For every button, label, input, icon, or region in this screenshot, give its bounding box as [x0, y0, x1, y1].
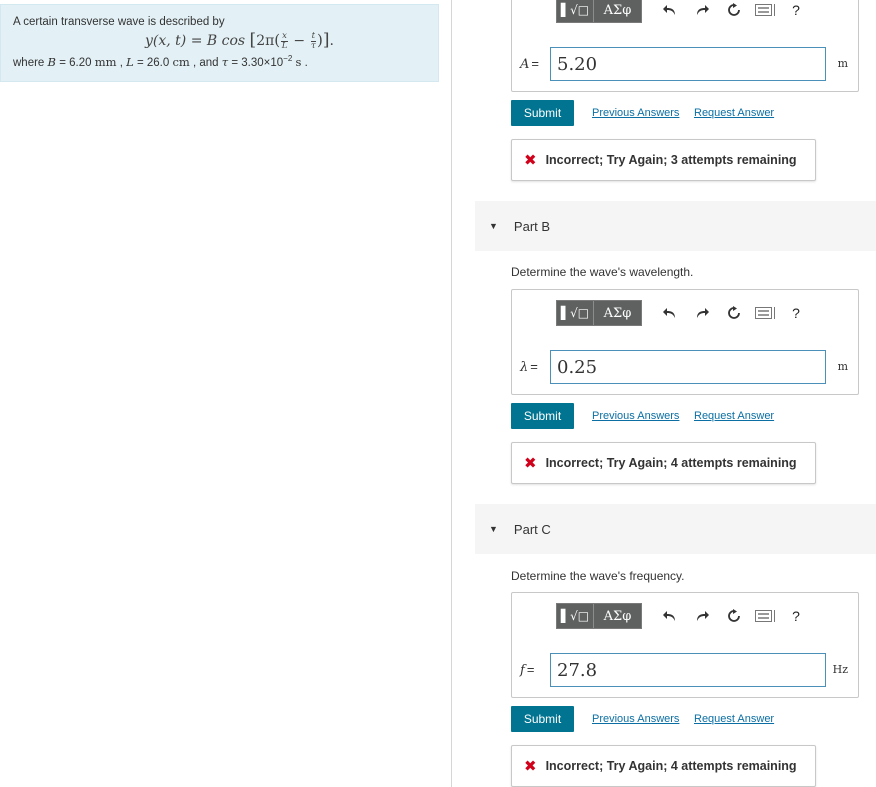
frac-x-over-l: xL: [281, 30, 288, 51]
part-a-answer-input[interactable]: 5.20: [550, 47, 826, 81]
part-b-header[interactable]: ▼ Part B: [475, 201, 876, 251]
reset-icon[interactable]: [718, 604, 750, 628]
part-a-request-answer-link[interactable]: Request Answer: [694, 107, 774, 119]
part-b-variable-label: λ =: [520, 359, 538, 375]
part-b-title: Part B: [513, 218, 551, 234]
part-b-prompt: Determine the wave's wavelength.: [511, 265, 694, 279]
toolbar-button-group: ▌√□ ΑΣφ: [556, 0, 642, 23]
part-b-submit-button[interactable]: Submit: [511, 403, 574, 429]
part-a-unit: m: [837, 57, 848, 70]
part-a-feedback-text: Incorrect; Try Again; 3 attempts remaini…: [545, 153, 797, 167]
problem-intro: A certain transverse wave is described b…: [13, 16, 225, 28]
part-a-submit-button[interactable]: Submit: [511, 100, 574, 126]
part-b-request-answer-link[interactable]: Request Answer: [694, 410, 774, 422]
symbols-button[interactable]: ΑΣφ: [593, 301, 641, 325]
reset-icon[interactable]: [718, 0, 750, 22]
part-c-feedback-text: Incorrect; Try Again; 4 attempts remaini…: [545, 759, 797, 773]
part-a-previous-answers-link[interactable]: Previous Answers: [592, 107, 679, 119]
part-c-math-toolbar: ▌√□ ΑΣφ ?: [556, 601, 804, 631]
part-b-unit: m: [837, 360, 848, 373]
part-b-answer-row: λ = 0.25: [520, 350, 826, 384]
toolbar-button-group: ▌√□ ΑΣφ: [556, 300, 642, 326]
part-a-answer-box: ▌√□ ΑΣφ ? A = 5.20 m: [511, 0, 859, 92]
part-b-previous-answers-link[interactable]: Previous Answers: [592, 410, 679, 422]
part-a-answer-row: A = 5.20: [520, 47, 826, 81]
error-icon: ✖: [524, 152, 537, 169]
tau-symbol: τ: [221, 54, 229, 69]
undo-icon[interactable]: [654, 301, 686, 325]
part-c-answer-input[interactable]: 27.8: [550, 653, 826, 687]
part-b-answer-box: ▌√□ ΑΣφ ? λ = 0.25 m: [511, 289, 859, 395]
frac-t-over-tau: tτ: [310, 30, 317, 51]
wave-equation: y(x, t) = B cos [2π(x L − t τ)].: [145, 30, 334, 51]
problem-statement: A certain transverse wave is described b…: [0, 4, 439, 82]
part-c-request-answer-link[interactable]: Request Answer: [694, 713, 774, 725]
tau-exponent: −2: [283, 53, 293, 63]
b-value: = 6.20: [59, 56, 92, 69]
part-a-feedback: ✖ Incorrect; Try Again; 3 attempts remai…: [511, 139, 816, 181]
redo-icon[interactable]: [686, 604, 718, 628]
page: A certain transverse wave is described b…: [0, 0, 876, 787]
parameter-values: where B = 6.20 mm , L = 26.0 cm , and τ …: [13, 53, 308, 69]
symbols-button[interactable]: ΑΣφ: [593, 0, 641, 22]
l-unit: cm: [172, 54, 190, 69]
tau-value: = 3.30×10: [231, 56, 284, 69]
part-b-answer-input[interactable]: 0.25: [550, 350, 826, 384]
part-a-variable-label: A =: [520, 56, 539, 72]
panel-divider: [451, 0, 452, 787]
part-c-submit-button[interactable]: Submit: [511, 706, 574, 732]
part-c-header[interactable]: ▼ Part C: [475, 504, 876, 554]
part-b-feedback: ✖ Incorrect; Try Again; 4 attempts remai…: [511, 442, 816, 484]
part-c-unit: Hz: [832, 663, 848, 676]
help-button[interactable]: ?: [788, 305, 804, 321]
error-icon: ✖: [524, 455, 537, 472]
templates-button[interactable]: ▌√□: [557, 301, 593, 325]
reset-icon[interactable]: [718, 301, 750, 325]
help-button[interactable]: ?: [788, 2, 804, 18]
expand-caret-icon: ▼: [489, 524, 498, 534]
help-button[interactable]: ?: [788, 608, 804, 624]
part-b-variable: λ: [520, 360, 529, 375]
part-c-previous-answers-link[interactable]: Previous Answers: [592, 713, 679, 725]
part-b-math-toolbar: ▌√□ ΑΣφ ?: [556, 298, 804, 328]
part-c-answer-box: ▌√□ ΑΣφ ? f = 27.8 Hz: [511, 592, 859, 698]
part-c-variable-label: f =: [520, 662, 535, 678]
tau-unit: s: [295, 54, 302, 69]
part-c-title: Part C: [513, 521, 551, 537]
l-symbol: L: [126, 54, 134, 69]
part-c-prompt: Determine the wave's frequency.: [511, 569, 685, 583]
error-icon: ✖: [524, 758, 537, 775]
symbols-button[interactable]: ΑΣφ: [593, 604, 641, 628]
b-symbol: B: [47, 54, 56, 69]
undo-icon[interactable]: [654, 604, 686, 628]
keyboard-icon[interactable]: [750, 301, 782, 325]
keyboard-icon[interactable]: [750, 0, 782, 22]
toolbar-button-group: ▌√□ ΑΣφ: [556, 603, 642, 629]
b-unit: mm: [94, 54, 117, 69]
l-value: = 26.0: [136, 56, 170, 69]
part-c-variable: f: [520, 663, 525, 678]
part-b-feedback-text: Incorrect; Try Again; 4 attempts remaini…: [545, 456, 797, 470]
part-a-math-toolbar: ▌√□ ΑΣφ ?: [556, 0, 804, 25]
templates-button[interactable]: ▌√□: [557, 604, 593, 628]
where-label: where: [13, 56, 45, 69]
equation-lhs: y(x, t) = B cos: [145, 33, 246, 49]
part-a-variable: A: [520, 57, 530, 72]
part-c-feedback: ✖ Incorrect; Try Again; 4 attempts remai…: [511, 745, 816, 787]
keyboard-icon[interactable]: [750, 604, 782, 628]
undo-icon[interactable]: [654, 0, 686, 22]
templates-button[interactable]: ▌√□: [557, 0, 593, 22]
redo-icon[interactable]: [686, 301, 718, 325]
redo-icon[interactable]: [686, 0, 718, 22]
expand-caret-icon: ▼: [489, 221, 498, 231]
part-c-answer-row: f = 27.8: [520, 653, 826, 687]
